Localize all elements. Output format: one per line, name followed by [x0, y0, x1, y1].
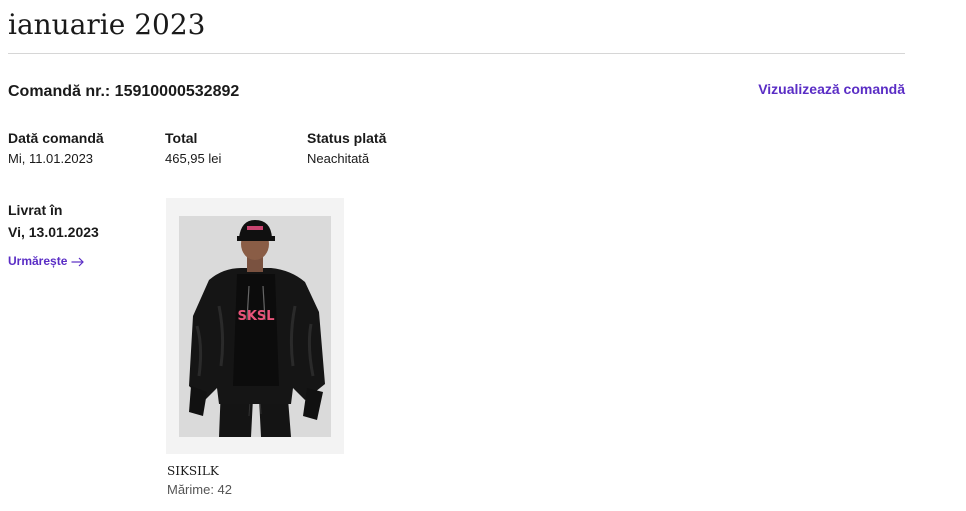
track-order-link[interactable]: Urmărește [8, 254, 85, 269]
order-number: Comandă nr.: 15910000532892 [8, 83, 240, 100]
track-link-label: Urmărește [8, 254, 68, 268]
product-brand: SIKSILK [167, 464, 219, 478]
order-date-group: Dată comandă Mi, 11.01.2023 [8, 130, 104, 166]
order-date-value: Mi, 11.01.2023 [8, 151, 94, 166]
total-group: Total 465,95 lei [165, 130, 221, 166]
total-value: 465,95 lei [165, 151, 222, 166]
month-title: ianuarie 2023 [8, 8, 206, 41]
payment-status-value: Neachitată [307, 151, 370, 166]
product-card[interactable]: SKSL [166, 198, 344, 454]
divider [8, 53, 905, 54]
total-label: Total [165, 130, 198, 146]
delivery-info: Livrat în Vi, 13.01.2023 Urmărește [8, 202, 99, 270]
order-date-label: Dată comandă [8, 130, 104, 146]
view-order-link[interactable]: Vizualizează comandă [758, 80, 905, 98]
product-size: Mărime: 42 [167, 482, 233, 497]
payment-status-label: Status plată [307, 130, 387, 146]
product-image-illustration: SKSL [179, 216, 331, 437]
product-image[interactable]: SKSL [179, 216, 331, 437]
delivery-label: Livrat în [8, 202, 63, 218]
hoodie-print-text: SKSL [237, 309, 274, 324]
payment-status-group: Status plată Neachitată [307, 130, 386, 166]
arrow-right-icon [71, 257, 85, 266]
delivery-date: Vi, 13.01.2023 [8, 224, 99, 240]
